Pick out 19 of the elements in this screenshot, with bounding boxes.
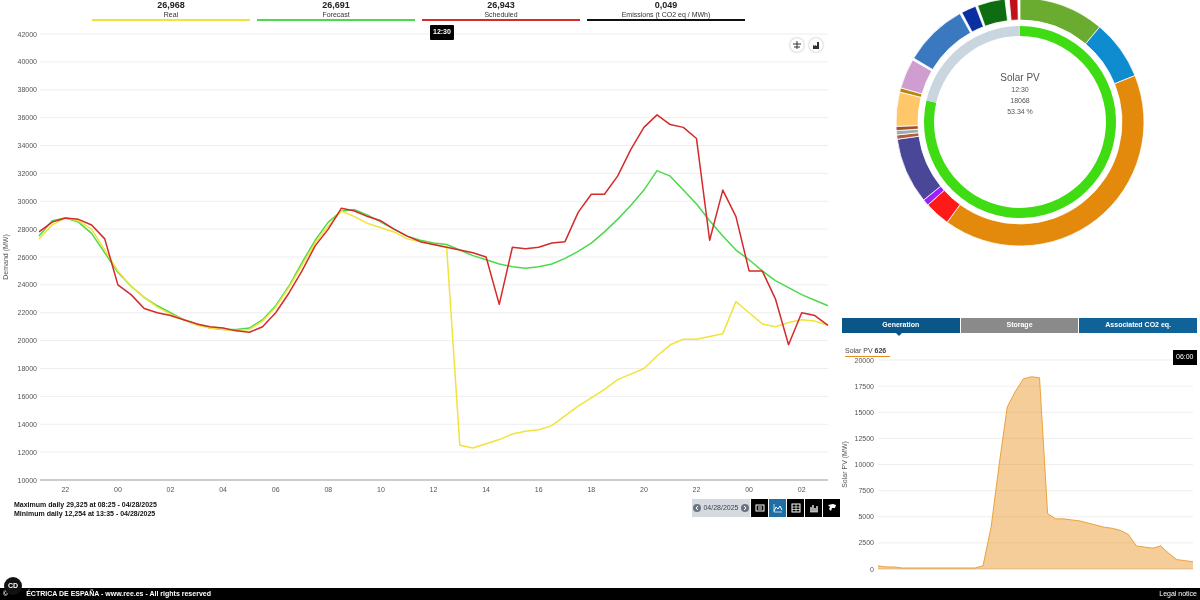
factory-icon	[812, 41, 820, 49]
legend-value: 26,943	[487, 0, 515, 10]
view-button[interactable]	[805, 499, 822, 517]
donut-center-text: Solar PV	[1000, 71, 1040, 84]
grid-icon	[790, 503, 801, 513]
view-button[interactable]	[787, 499, 804, 517]
map-icon	[826, 503, 837, 513]
view-button[interactable]	[823, 499, 840, 517]
chart-option-button[interactable]	[809, 38, 823, 52]
line-chart-icon	[772, 503, 783, 513]
legend-value: 26,968	[157, 0, 185, 10]
previous-icon[interactable]	[693, 504, 701, 512]
bar-chart-icon	[808, 503, 819, 513]
table-icon	[754, 503, 765, 513]
legend-value: 0,049	[654, 0, 678, 10]
legend-value: 26,691	[322, 0, 350, 10]
chart-option-button[interactable]	[790, 38, 804, 52]
next-icon[interactable]	[741, 504, 749, 512]
cross-icon	[793, 41, 801, 49]
